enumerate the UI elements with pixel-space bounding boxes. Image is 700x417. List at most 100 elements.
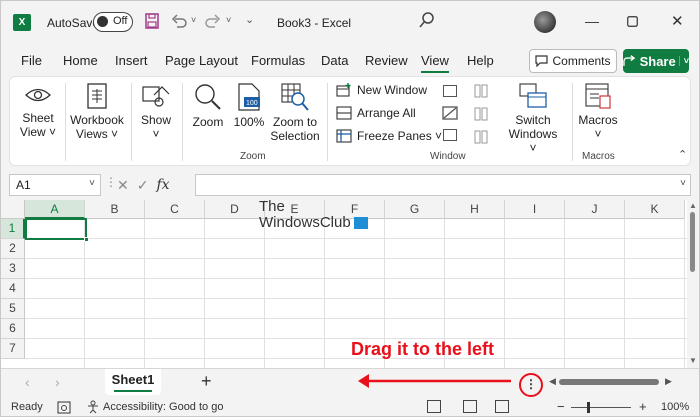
row-header-5[interactable]: 5 xyxy=(1,299,25,319)
scroll-left-icon[interactable]: ◀ xyxy=(549,376,556,387)
vertical-scrollbar[interactable]: ▲ ▼ xyxy=(687,200,699,368)
horizontal-scrollbar[interactable]: ◀ ▶ xyxy=(549,375,675,389)
accessibility-status[interactable]: Accessibility: Good to go xyxy=(103,401,223,413)
hide-icon[interactable] xyxy=(442,106,458,120)
search-icon[interactable] xyxy=(419,12,435,30)
accessibility-icon[interactable] xyxy=(87,400,101,414)
tab-page-layout[interactable]: Page Layout xyxy=(165,53,238,68)
column-header-k[interactable]: K xyxy=(625,200,685,219)
close-icon[interactable]: ✕ xyxy=(671,12,684,30)
row-header-7[interactable]: 7 xyxy=(1,339,25,359)
macro-recording-icon[interactable] xyxy=(57,401,71,414)
share-dropdown-icon[interactable]: ˅ xyxy=(678,56,689,66)
workbook-views-button[interactable]: Workbook Views ˅ xyxy=(68,83,126,141)
macros-button[interactable]: Macros ˅ xyxy=(576,83,620,141)
column-header-h[interactable]: H xyxy=(445,200,505,219)
zoom-to-selection-button[interactable]: Zoom to Selection xyxy=(270,83,320,143)
next-sheet-icon[interactable]: › xyxy=(55,374,60,390)
reset-window-position-icon[interactable] xyxy=(474,130,488,144)
gridline-horizontal xyxy=(25,238,687,239)
zoom-button[interactable]: Zoom xyxy=(188,83,228,129)
autosave-label: AutoSave xyxy=(47,16,100,30)
gridline-horizontal xyxy=(25,278,687,279)
maximize-icon[interactable] xyxy=(627,16,638,27)
share-button[interactable]: Share ˅ xyxy=(623,49,689,73)
row-header-3[interactable]: 3 xyxy=(1,259,25,279)
column-header-g[interactable]: G xyxy=(385,200,445,219)
column-header-c[interactable]: C xyxy=(145,200,205,219)
zoom-slider-thumb[interactable] xyxy=(587,402,590,413)
windowsclub-logo-icon xyxy=(353,217,368,230)
column-header-b[interactable]: B xyxy=(85,200,145,219)
tab-home[interactable]: Home xyxy=(63,53,98,68)
vertical-scroll-thumb[interactable] xyxy=(690,212,695,272)
row-header-4[interactable]: 4 xyxy=(1,279,25,299)
view-side-by-side-icon[interactable] xyxy=(474,84,488,98)
select-all-button[interactable] xyxy=(1,200,25,219)
tab-help[interactable]: Help xyxy=(467,53,494,68)
column-header-j[interactable]: J xyxy=(565,200,625,219)
scroll-down-icon[interactable]: ▼ xyxy=(689,356,697,365)
active-cell-a1[interactable] xyxy=(25,218,89,242)
page-break-preview-icon[interactable] xyxy=(495,400,509,413)
arrange-all-button[interactable]: Arrange All xyxy=(336,106,416,120)
autosave-toggle[interactable]: Off xyxy=(93,12,133,32)
comments-button[interactable]: Comments xyxy=(529,49,617,73)
show-button[interactable]: Show ˅ xyxy=(136,83,176,141)
zoom-in-button[interactable]: + xyxy=(639,399,647,414)
account-avatar[interactable] xyxy=(534,11,556,33)
name-box-dropdown-icon[interactable]: ˅ xyxy=(89,178,95,189)
freeze-panes-button[interactable]: Freeze Panes ˅ xyxy=(336,129,442,143)
synchronous-scrolling-icon[interactable] xyxy=(474,107,488,121)
undo-icon[interactable] xyxy=(171,14,187,28)
switch-windows-button[interactable]: Switch Windows ˅ xyxy=(504,83,562,155)
column-header-i[interactable]: I xyxy=(505,200,565,219)
row-header-6[interactable]: 6 xyxy=(1,319,25,339)
save-icon[interactable] xyxy=(145,13,159,29)
split-icon[interactable] xyxy=(443,85,457,97)
new-sheet-icon[interactable]: + xyxy=(201,371,212,392)
column-header-a[interactable]: A xyxy=(25,200,85,219)
insert-function-icon[interactable]: fx xyxy=(156,177,169,193)
sheet-view-button[interactable]: Sheet View ˅ xyxy=(16,83,60,139)
tab-split-handle[interactable]: ⋮ xyxy=(519,373,543,397)
expand-formula-bar-icon[interactable]: ˅ xyxy=(680,178,686,189)
formula-bar-grip-icon[interactable]: ⋮ xyxy=(105,175,117,189)
workbook-views-label-2: Views ˅ xyxy=(75,127,119,141)
minimize-icon[interactable]: — xyxy=(585,13,599,29)
tab-formulas[interactable]: Formulas xyxy=(251,53,305,68)
row-header-1[interactable]: 1 xyxy=(1,219,25,239)
tab-file[interactable]: File xyxy=(21,53,42,68)
tab-review[interactable]: Review xyxy=(365,53,408,68)
formula-input[interactable]: ˅ xyxy=(195,174,691,196)
scroll-right-icon[interactable]: ▶ xyxy=(665,376,672,387)
zoom-level[interactable]: 100% xyxy=(661,401,689,413)
undo-dropdown-icon[interactable]: ˅ xyxy=(191,15,196,25)
zoom-100-button[interactable]: 100 100% xyxy=(232,83,266,129)
zoom-100-icon: 100 xyxy=(238,83,260,111)
scroll-up-icon[interactable]: ▲ xyxy=(689,201,697,210)
normal-view-icon[interactable] xyxy=(427,400,441,413)
tab-view[interactable]: View xyxy=(421,53,449,73)
unhide-icon[interactable] xyxy=(443,129,457,141)
worksheet-grid[interactable]: ABCDEFGHIJK 1234567 The WindowsClub xyxy=(1,200,687,368)
tab-data[interactable]: Data xyxy=(321,53,348,68)
column-header-d[interactable]: D xyxy=(205,200,265,219)
sheet-tab-sheet1[interactable]: Sheet1 xyxy=(105,369,161,395)
new-window-button[interactable]: New Window xyxy=(336,83,427,97)
tab-insert[interactable]: Insert xyxy=(115,53,148,68)
redo-icon[interactable] xyxy=(205,14,221,28)
row-header-2[interactable]: 2 xyxy=(1,239,25,259)
zoom-slider-track[interactable] xyxy=(571,407,631,408)
fill-handle[interactable] xyxy=(84,237,89,242)
collapse-ribbon-icon[interactable]: ⌃ xyxy=(678,148,687,161)
customize-toolbar-icon[interactable]: ⌄ xyxy=(245,13,254,26)
horizontal-scroll-thumb[interactable] xyxy=(559,379,659,385)
page-layout-view-icon[interactable] xyxy=(463,400,477,413)
zoom-out-button[interactable]: − xyxy=(557,399,565,414)
enter-icon[interactable]: ✓ xyxy=(137,177,149,194)
redo-dropdown-icon[interactable]: ˅ xyxy=(226,15,231,25)
cancel-icon[interactable]: ✕ xyxy=(117,177,129,194)
name-box[interactable]: A1 ˅ xyxy=(9,174,101,196)
prev-sheet-icon[interactable]: ‹ xyxy=(25,374,30,390)
